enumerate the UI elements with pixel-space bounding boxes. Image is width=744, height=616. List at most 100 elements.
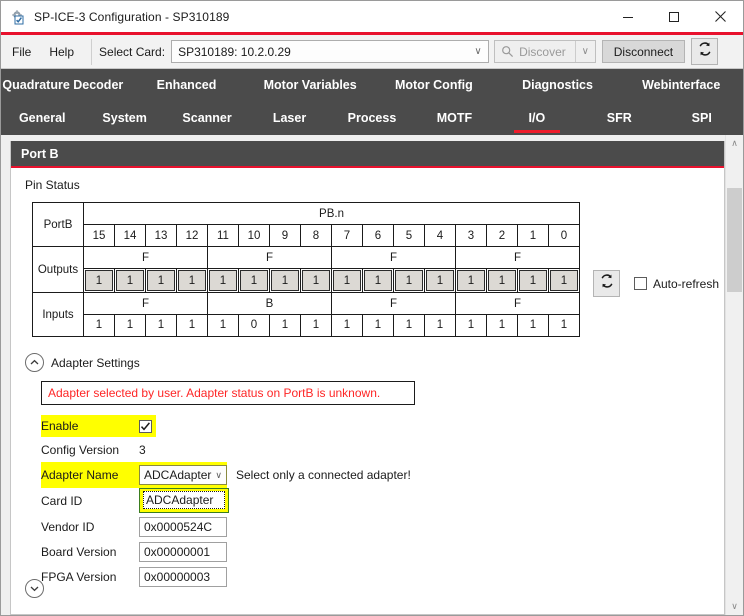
tab-quadrature-decoder[interactable]: Quadrature Decoder	[1, 69, 125, 101]
scroll-track[interactable]	[726, 152, 743, 598]
disconnect-button[interactable]: Disconnect	[601, 40, 686, 63]
fpga-version-row: FPGA Version 0x00000003	[41, 564, 724, 589]
adapter-settings-header[interactable]: Adapter Settings	[25, 353, 724, 372]
output-bit-value: 1	[240, 270, 268, 291]
scroll-up-button[interactable]: ∧	[726, 135, 743, 152]
output-bit-button[interactable]: 1	[455, 268, 487, 293]
select-card-combo[interactable]: SP310189: 10.2.0.29 ∨	[171, 40, 490, 63]
dropdown-option-adcadapter[interactable]: ADCAdapter	[143, 491, 225, 509]
scroll-content: Port B Pin Status PortB PB.n 15 14 13 12 11 10 9…	[1, 135, 725, 615]
adapter-warning-box: Adapter selected by user. Adapter status…	[41, 381, 415, 405]
adapter-name-dropdown-list[interactable]: ADCAdapter	[139, 488, 229, 513]
tab-laser[interactable]: Laser	[248, 101, 330, 135]
discover-label: Discover	[519, 44, 566, 59]
discover-button[interactable]: Discover	[495, 41, 575, 62]
adapter-name-value: ADCAdapter	[144, 468, 212, 482]
content-area: Port B Pin Status PortB PB.n 15 14 13 12 11 10 9…	[1, 135, 743, 615]
pin-refresh-button[interactable]	[593, 270, 620, 297]
tab-label: Enhanced	[156, 78, 217, 92]
outputs-nibble-cell: F	[83, 246, 208, 269]
tab-label: Motor Config	[394, 78, 473, 92]
enable-checkbox[interactable]	[139, 419, 152, 433]
output-bit-button[interactable]: 1	[176, 268, 208, 293]
output-bit-button[interactable]: 1	[486, 268, 518, 293]
tab-label: General	[18, 111, 66, 125]
output-bit-button[interactable]: 1	[548, 268, 580, 293]
tab-motor-variables[interactable]: Motor Variables	[248, 69, 372, 101]
toolbar-refresh-button[interactable]	[691, 38, 719, 65]
inputs-nibble-cell: B	[207, 292, 332, 315]
output-bit-value: 1	[85, 270, 113, 291]
tab-bar-primary: Quadrature Decoder Enhanced Motor Variable…	[1, 69, 743, 101]
tab-enhanced[interactable]: Enhanced	[125, 69, 249, 101]
tab-diagnostics[interactable]: Diagnostics	[496, 69, 620, 101]
tab-scanner[interactable]: Scanner	[166, 101, 248, 135]
bit-index-cell: 13	[145, 224, 177, 247]
tab-system[interactable]: System	[83, 101, 165, 135]
tab-webinterface[interactable]: Webinterface	[619, 69, 743, 101]
menu-file[interactable]: File	[5, 42, 38, 62]
output-bit-button[interactable]: 1	[114, 268, 146, 293]
card-id-label: Card ID	[41, 494, 83, 508]
output-bit-button[interactable]: 1	[207, 268, 239, 293]
application-window: SP-ICE-3 Configuration - SP310189 File H…	[0, 0, 744, 616]
output-bit-button[interactable]: 1	[269, 268, 301, 293]
tab-spi[interactable]: SPI	[661, 101, 743, 135]
vertical-scrollbar[interactable]: ∧ ∨	[725, 135, 743, 615]
output-bit-button[interactable]: 1	[393, 268, 425, 293]
output-bit-button[interactable]: 1	[145, 268, 177, 293]
minimize-button[interactable]	[605, 1, 651, 32]
input-bit-value: 1	[188, 319, 196, 331]
menu-help[interactable]: Help	[42, 42, 81, 62]
tab-label: Motor Variables	[263, 78, 357, 92]
inputs-nibble-cell: F	[331, 292, 456, 315]
pin-refresh-controls: Auto-refresh	[593, 202, 719, 297]
fpga-version-field[interactable]: 0x00000003	[139, 566, 227, 587]
panel-header: Port B	[11, 141, 724, 168]
output-bit-value: 1	[395, 270, 423, 291]
close-button[interactable]	[697, 1, 743, 32]
enable-row: Enable	[41, 414, 724, 438]
tab-i-o[interactable]: I/O	[496, 101, 578, 135]
auto-refresh-control[interactable]: Auto-refresh	[634, 277, 719, 291]
output-bit-button[interactable]: 1	[300, 268, 332, 293]
chevron-up-icon[interactable]	[25, 353, 44, 372]
board-version-field[interactable]: 0x00000001	[139, 541, 227, 562]
output-bit-value: 1	[333, 270, 361, 291]
tab-sfr[interactable]: SFR	[578, 101, 660, 135]
outputs-nibble-cell: F	[455, 246, 580, 269]
output-bit-button[interactable]: 1	[238, 268, 270, 293]
vendor-id-field[interactable]: 0x0000524C	[139, 516, 227, 537]
panel-body: Pin Status PortB PB.n 15 14 13 12 11 10 9 8 7 6 5 4 3 2…	[11, 168, 724, 598]
output-bit-button[interactable]: 1	[517, 268, 549, 293]
tab-motor-config[interactable]: Motor Config	[372, 69, 496, 101]
bit-index-cell: 9	[269, 224, 301, 247]
bit-index-cell: 1	[517, 224, 549, 247]
maximize-button[interactable]	[651, 1, 697, 32]
input-bit-cell: 1	[176, 314, 208, 337]
auto-refresh-checkbox[interactable]	[634, 277, 647, 290]
output-bit-button[interactable]: 1	[83, 268, 115, 293]
output-bit-button[interactable]: 1	[331, 268, 363, 293]
tab-process[interactable]: Process	[331, 101, 413, 135]
adapter-name-combo[interactable]: ADCAdapter ∨	[139, 465, 227, 485]
toolbar-divider	[91, 38, 93, 65]
discover-split-button[interactable]: Discover ∨	[494, 40, 596, 63]
input-bit-value: 1	[219, 319, 227, 331]
tab-motf[interactable]: MOTF	[413, 101, 495, 135]
chevron-down-icon[interactable]	[25, 579, 44, 598]
scroll-down-button[interactable]: ∨	[726, 598, 743, 615]
input-bit-cell: 1	[517, 314, 549, 337]
next-section-header-partial[interactable]	[25, 579, 51, 598]
input-bit-cell: 1	[548, 314, 580, 337]
card-id-row: Card ID ADCAdapter	[41, 488, 724, 514]
config-version-label: Config Version	[41, 443, 120, 457]
auto-refresh-label: Auto-refresh	[653, 276, 720, 291]
output-bit-button[interactable]: 1	[362, 268, 394, 293]
discover-chevron-down-icon[interactable]: ∨	[576, 46, 595, 57]
tab-general[interactable]: General	[1, 101, 83, 135]
enable-highlight: Enable	[41, 415, 156, 437]
bit-index-cell: 7	[331, 224, 363, 247]
scroll-thumb[interactable]	[727, 188, 742, 292]
output-bit-button[interactable]: 1	[424, 268, 456, 293]
